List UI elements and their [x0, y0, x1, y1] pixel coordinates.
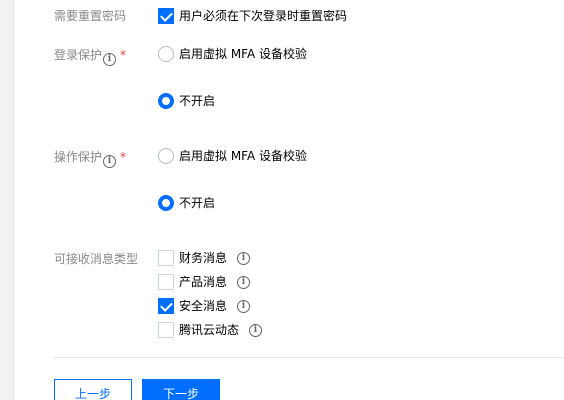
radio-option-label: 启用虚拟 MFA 设备校验 — [179, 149, 307, 163]
radio-button-selected[interactable] — [158, 195, 174, 211]
radio-option-label: 不开启 — [179, 94, 216, 108]
checkbox[interactable] — [158, 250, 174, 266]
info-icon[interactable]: i — [103, 155, 117, 168]
info-icon[interactable]: i — [237, 275, 251, 289]
message-type-security[interactable]: 安全消息 i — [158, 298, 251, 314]
radio-button[interactable] — [158, 148, 174, 164]
reset-password-checkbox[interactable] — [158, 8, 174, 24]
reset-password-label: 需要重置密码 — [54, 9, 127, 23]
message-type-product[interactable]: 产品消息 i — [158, 274, 251, 290]
operation-protection-option-mfa[interactable]: 启用虚拟 MFA 设备校验 — [158, 148, 307, 164]
info-icon[interactable]: i — [237, 299, 251, 313]
operation-protection-label-group: 操作保护 i * — [54, 149, 126, 168]
login-protection-option-mfa[interactable]: 启用虚拟 MFA 设备校验 — [158, 46, 307, 62]
reset-password-checkbox-row[interactable]: 用户必须在下次登录时重置密码 — [158, 8, 347, 24]
left-panel-edge — [0, 0, 14, 400]
checkbox[interactable] — [158, 274, 174, 290]
info-icon[interactable]: i — [103, 53, 117, 66]
operation-protection-label: 操作保护 — [54, 150, 103, 164]
radio-button[interactable] — [158, 46, 174, 62]
checkbox-label: 财务消息 — [179, 251, 228, 265]
login-protection-option-off[interactable]: 不开启 — [158, 93, 215, 109]
checkbox-checked[interactable] — [158, 298, 174, 314]
checkbox-label: 产品消息 — [179, 275, 228, 289]
next-step-button[interactable]: 下一步 — [142, 379, 220, 400]
login-protection-label-group: 登录保护 i * — [54, 47, 126, 66]
prev-step-button[interactable]: 上一步 — [54, 379, 132, 400]
footer-divider — [54, 357, 564, 358]
checkbox-label: 腾讯云动态 — [179, 323, 240, 337]
info-icon[interactable]: i — [249, 323, 263, 337]
message-type-tencent-cloud-news[interactable]: 腾讯云动态 i — [158, 322, 263, 338]
required-mark: * — [120, 48, 127, 62]
radio-option-label: 启用虚拟 MFA 设备校验 — [179, 47, 307, 61]
message-type-finance[interactable]: 财务消息 i — [158, 250, 251, 266]
radio-option-label: 不开启 — [179, 196, 216, 210]
operation-protection-option-off[interactable]: 不开启 — [158, 195, 215, 211]
info-icon[interactable]: i — [237, 251, 251, 265]
checkbox-label: 安全消息 — [179, 299, 228, 313]
radio-button-selected[interactable] — [158, 93, 174, 109]
reset-password-option-label: 用户必须在下次登录时重置密码 — [179, 9, 348, 23]
message-types-label: 可接收消息类型 — [54, 252, 139, 266]
login-protection-label: 登录保护 — [54, 48, 103, 62]
checkbox[interactable] — [158, 322, 174, 338]
required-mark: * — [120, 150, 127, 164]
